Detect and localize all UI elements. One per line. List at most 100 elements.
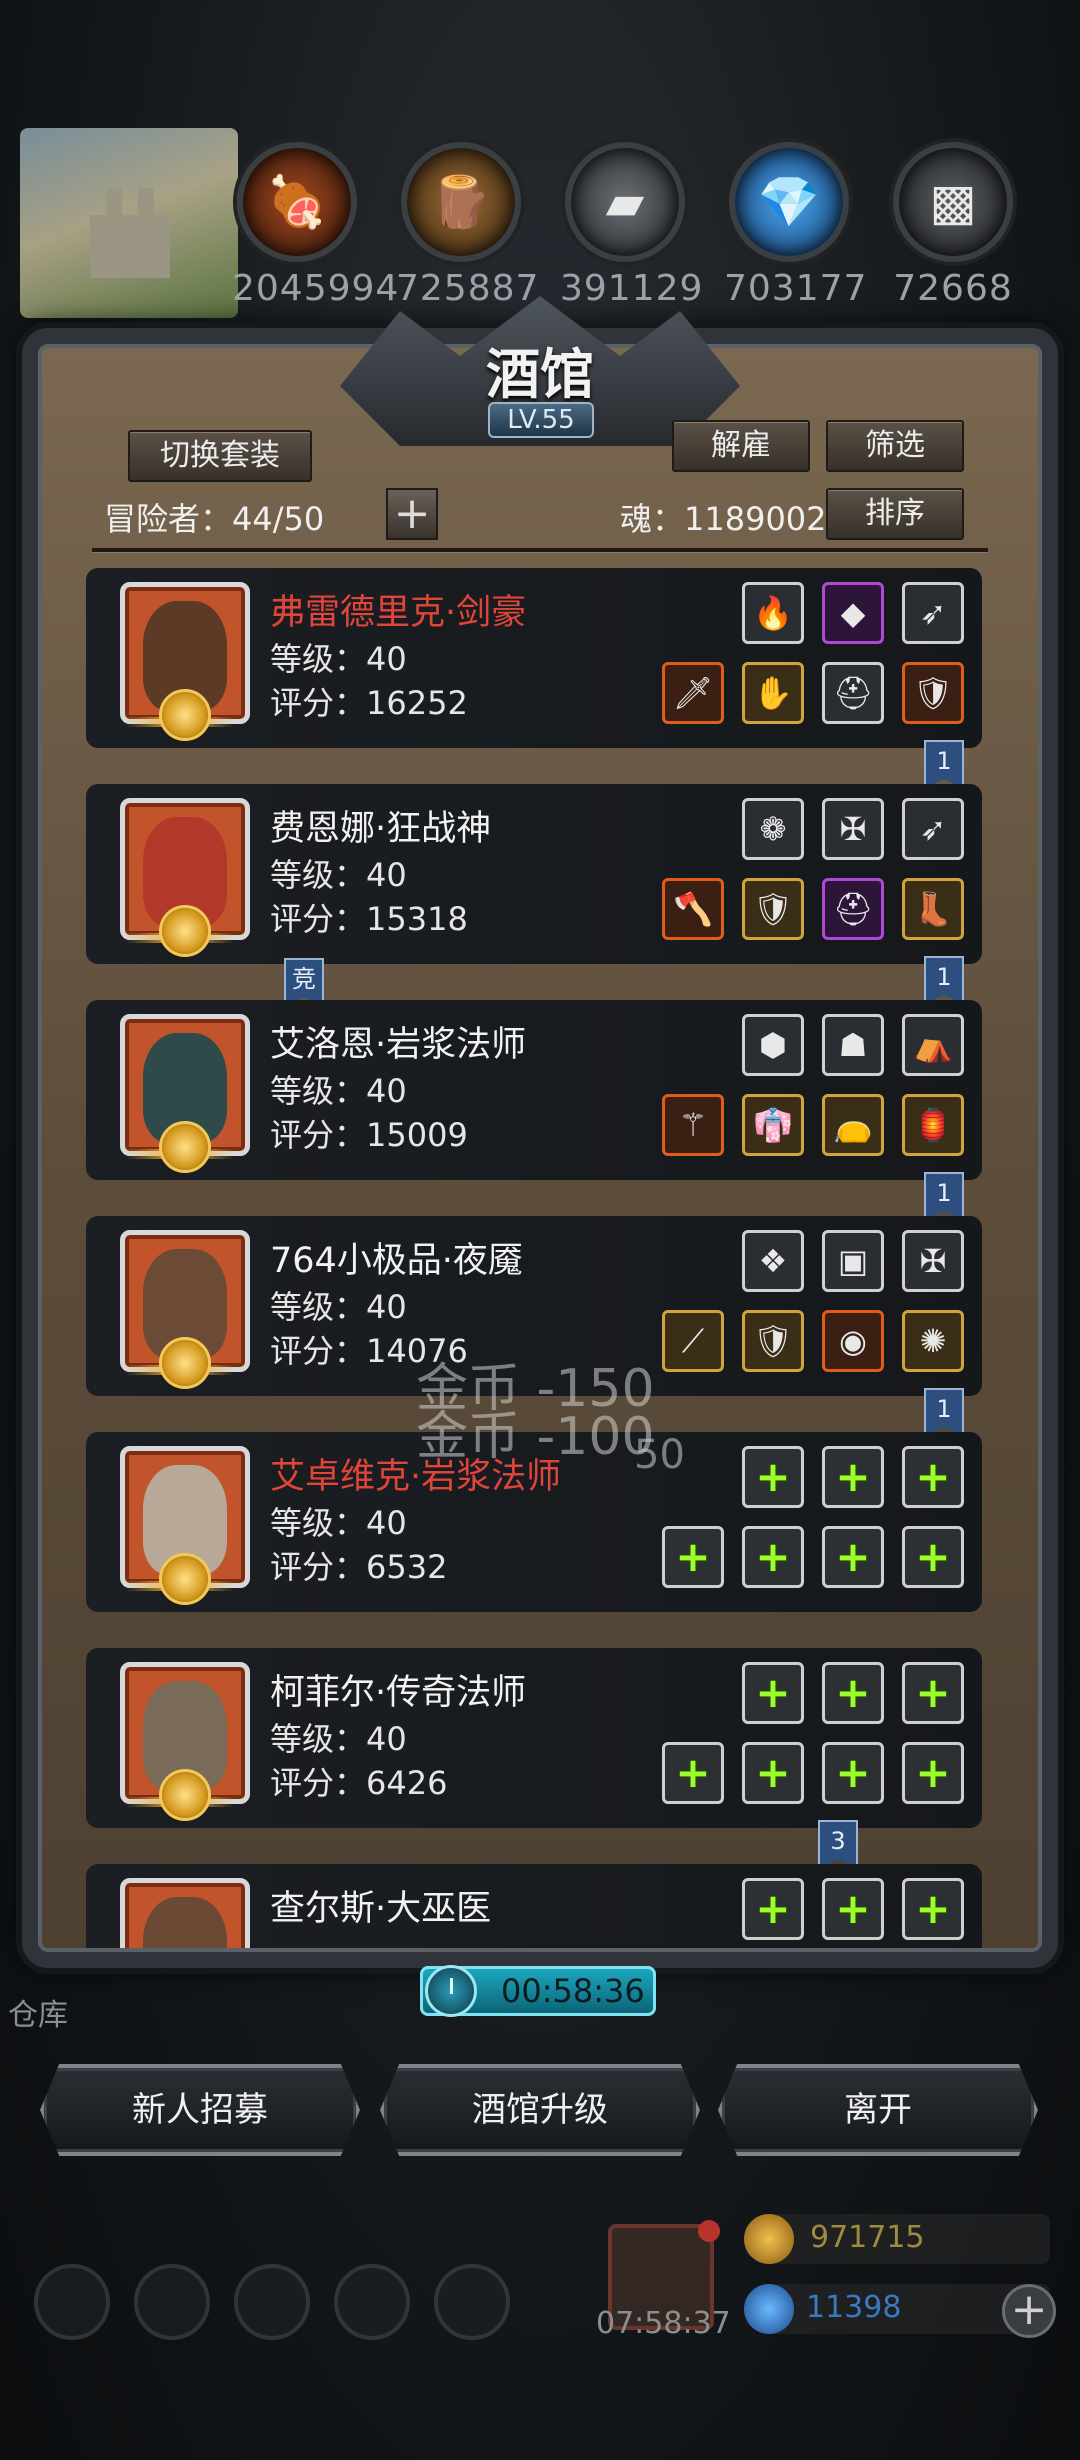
- red-gem-icon[interactable]: ❁: [742, 798, 804, 860]
- plus-icon: +: [755, 1532, 791, 1581]
- helmet-icon[interactable]: ⛑: [822, 878, 884, 940]
- add-equipment-slot[interactable]: +: [742, 1446, 804, 1508]
- boots-icon[interactable]: 👢: [902, 878, 964, 940]
- plus-icon: +: [915, 1748, 951, 1797]
- hero-card[interactable]: 弗雷德里克·剑豪 等级：40 评分：16252 🔥 ◆ ➶ 🗡 ✋ ⛑ 🛡: [86, 568, 982, 748]
- hero-portrait[interactable]: [120, 1014, 250, 1173]
- leave-button[interactable]: 离开: [718, 2064, 1038, 2156]
- hero-portrait[interactable]: [120, 1662, 250, 1821]
- gloves-icon[interactable]: ✋: [742, 662, 804, 724]
- hero-portrait[interactable]: [120, 1878, 250, 1948]
- hero-face: [143, 1897, 227, 1948]
- hood-icon[interactable]: ⛺: [902, 1014, 964, 1076]
- add-equipment-slot[interactable]: +: [742, 1526, 804, 1588]
- ring-icon[interactable]: ◉: [822, 1310, 884, 1372]
- emblem-icon[interactable]: ✠: [822, 798, 884, 860]
- add-equipment-slot[interactable]: +: [662, 1742, 724, 1804]
- resource-iron[interactable]: ▰ 391129: [560, 142, 702, 309]
- mail-icon[interactable]: [334, 2264, 410, 2340]
- hero-portrait[interactable]: [120, 582, 250, 741]
- rank-tag: 1: [924, 956, 964, 1004]
- plus-icon: +: [755, 1884, 791, 1933]
- gem-icon: [744, 2284, 794, 2334]
- filter-button[interactable]: 筛选: [826, 420, 964, 472]
- purple-orb-icon[interactable]: ⬢: [742, 1014, 804, 1076]
- amulet-icon[interactable]: ✺: [902, 1310, 964, 1372]
- spear-icon[interactable]: ⟋: [662, 1310, 724, 1372]
- tavern-upgrade-button[interactable]: 酒馆升级: [380, 2064, 700, 2156]
- hero-score: 评分：6426: [270, 1764, 448, 1802]
- armor-icon[interactable]: 🛡: [742, 878, 804, 940]
- helmet-icon[interactable]: ⛑: [822, 662, 884, 724]
- achievement-icon[interactable]: [134, 2264, 210, 2340]
- add-equipment-slot[interactable]: +: [822, 1878, 884, 1940]
- feather-icon[interactable]: ➶: [902, 582, 964, 644]
- dismiss-button[interactable]: 解雇: [672, 420, 810, 472]
- add-equipment-slot[interactable]: +: [902, 1742, 964, 1804]
- clock-icon: [425, 1965, 477, 2017]
- emblem-icon[interactable]: ✠: [902, 1230, 964, 1292]
- map-icon[interactable]: [434, 2264, 510, 2340]
- resource-meat[interactable]: 🍖 2045994: [232, 142, 400, 309]
- add-equipment-slot[interactable]: +: [742, 1662, 804, 1724]
- armor-icon[interactable]: 🛡: [902, 662, 964, 724]
- add-equipment-slot[interactable]: +: [822, 1526, 884, 1588]
- hero-list[interactable]: 弗雷德里克·剑豪 等级：40 评分：16252 🔥 ◆ ➶ 🗡 ✋ ⛑ 🛡 1 …: [86, 568, 982, 1948]
- resource-value: 2045994: [232, 268, 400, 309]
- leather-armor-icon[interactable]: ▣: [822, 1230, 884, 1292]
- faded-number: 50: [634, 1432, 685, 1478]
- add-equipment-slot[interactable]: +: [742, 1742, 804, 1804]
- fire-rune-icon[interactable]: 🔥: [742, 582, 804, 644]
- plus-icon: +: [675, 1748, 711, 1797]
- plus-icon: +: [675, 1532, 711, 1581]
- hero-card[interactable]: 费恩娜·狂战神 等级：40 评分：15318 ❁ ✠ ➶ 🪓 🛡 ⛑ 👢: [86, 784, 982, 964]
- notification-dot: [698, 2220, 720, 2242]
- hero-portrait[interactable]: [120, 1446, 250, 1605]
- plus-icon: +: [915, 1668, 951, 1717]
- mask-icon[interactable]: ☗: [822, 1014, 884, 1076]
- armor-icon[interactable]: 🛡: [742, 1310, 804, 1372]
- add-equipment-slot[interactable]: +: [902, 1526, 964, 1588]
- recruit-button[interactable]: 新人招募: [40, 2064, 360, 2156]
- resource-stone[interactable]: ▩ 72668: [888, 142, 1018, 309]
- sword-icon[interactable]: 🗡: [662, 662, 724, 724]
- hero-portrait[interactable]: [120, 1230, 250, 1389]
- gold-rank-badge-icon: [159, 1769, 211, 1821]
- hero-card[interactable]: 艾洛恩·岩浆法师 等级：40 评分：15009 ⬢ ☗ ⛺ ⚚ 👘 👝 🏮: [86, 1000, 982, 1180]
- lantern-icon[interactable]: 🏮: [902, 1094, 964, 1156]
- add-equipment-slot[interactable]: +: [742, 1878, 804, 1940]
- plus-icon: +: [755, 1748, 791, 1797]
- feather-icon[interactable]: ➶: [902, 798, 964, 860]
- add-equipment-slot[interactable]: +: [822, 1662, 884, 1724]
- add-equipment-slot[interactable]: +: [662, 1526, 724, 1588]
- hero-level: 等级：40: [270, 1288, 407, 1326]
- axe-icon[interactable]: 🪓: [662, 878, 724, 940]
- resource-crystal[interactable]: 💎 703177: [724, 142, 866, 309]
- add-equipment-slot[interactable]: +: [902, 1446, 964, 1508]
- robe-icon[interactable]: 👘: [742, 1094, 804, 1156]
- hero-card[interactable]: 柯菲尔·传奇法师 等级：40 评分：6426 + + + + + + +: [86, 1648, 982, 1828]
- add-currency-button[interactable]: +: [1002, 2284, 1056, 2338]
- pouch-icon[interactable]: 👝: [822, 1094, 884, 1156]
- hero-card[interactable]: 查尔斯·大巫医 + + +: [86, 1864, 982, 1948]
- purple-gem-icon[interactable]: ◆: [822, 582, 884, 644]
- add-equipment-slot[interactable]: +: [902, 1878, 964, 1940]
- add-adventurer-slot-button[interactable]: +: [386, 488, 438, 540]
- settings-icon[interactable]: [34, 2264, 110, 2340]
- resource-wood[interactable]: 🪵 725887: [396, 142, 538, 309]
- crystal-icon: 💎: [729, 142, 849, 262]
- switch-outfit-button[interactable]: 切换套装: [128, 430, 312, 482]
- guild-icon[interactable]: [234, 2264, 310, 2340]
- add-equipment-slot[interactable]: +: [822, 1742, 884, 1804]
- plus-icon: +: [915, 1452, 951, 1501]
- hero-score: 评分：16252: [270, 684, 468, 722]
- plus-icon: +: [835, 1668, 871, 1717]
- gold-coin-icon: [744, 2214, 794, 2264]
- hero-portrait[interactable]: [120, 798, 250, 957]
- add-equipment-slot[interactable]: +: [822, 1446, 884, 1508]
- world-map-thumbnail[interactable]: [20, 128, 238, 318]
- add-equipment-slot[interactable]: +: [902, 1662, 964, 1724]
- blue-crystal-icon[interactable]: ❖: [742, 1230, 804, 1292]
- sort-button[interactable]: 排序: [826, 488, 964, 540]
- staff-icon[interactable]: ⚚: [662, 1094, 724, 1156]
